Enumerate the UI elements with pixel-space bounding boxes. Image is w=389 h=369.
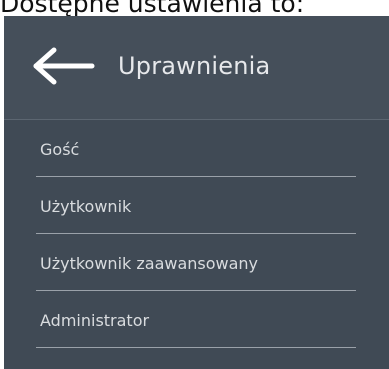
option-divider <box>36 347 356 348</box>
option-guest[interactable]: Gość <box>4 120 389 177</box>
option-label: Użytkownik <box>40 197 132 216</box>
option-advanced-user[interactable]: Użytkownik zaawansowany <box>4 234 389 291</box>
back-button[interactable] <box>30 46 96 86</box>
permissions-panel: Uprawnienia Gość Użytkownik Użytkownik z… <box>4 16 389 369</box>
option-administrator[interactable]: Administrator <box>4 291 389 348</box>
option-label: Gość <box>40 140 80 159</box>
document-caption: Dostępne ustawienia to: <box>0 0 305 16</box>
option-label: Użytkownik zaawansowany <box>40 254 259 273</box>
panel-header: Uprawnienia <box>4 16 389 119</box>
arrow-left-icon <box>30 46 96 86</box>
option-user[interactable]: Użytkownik <box>4 177 389 234</box>
option-label: Administrator <box>40 311 150 330</box>
page-title: Uprawnienia <box>118 52 271 80</box>
